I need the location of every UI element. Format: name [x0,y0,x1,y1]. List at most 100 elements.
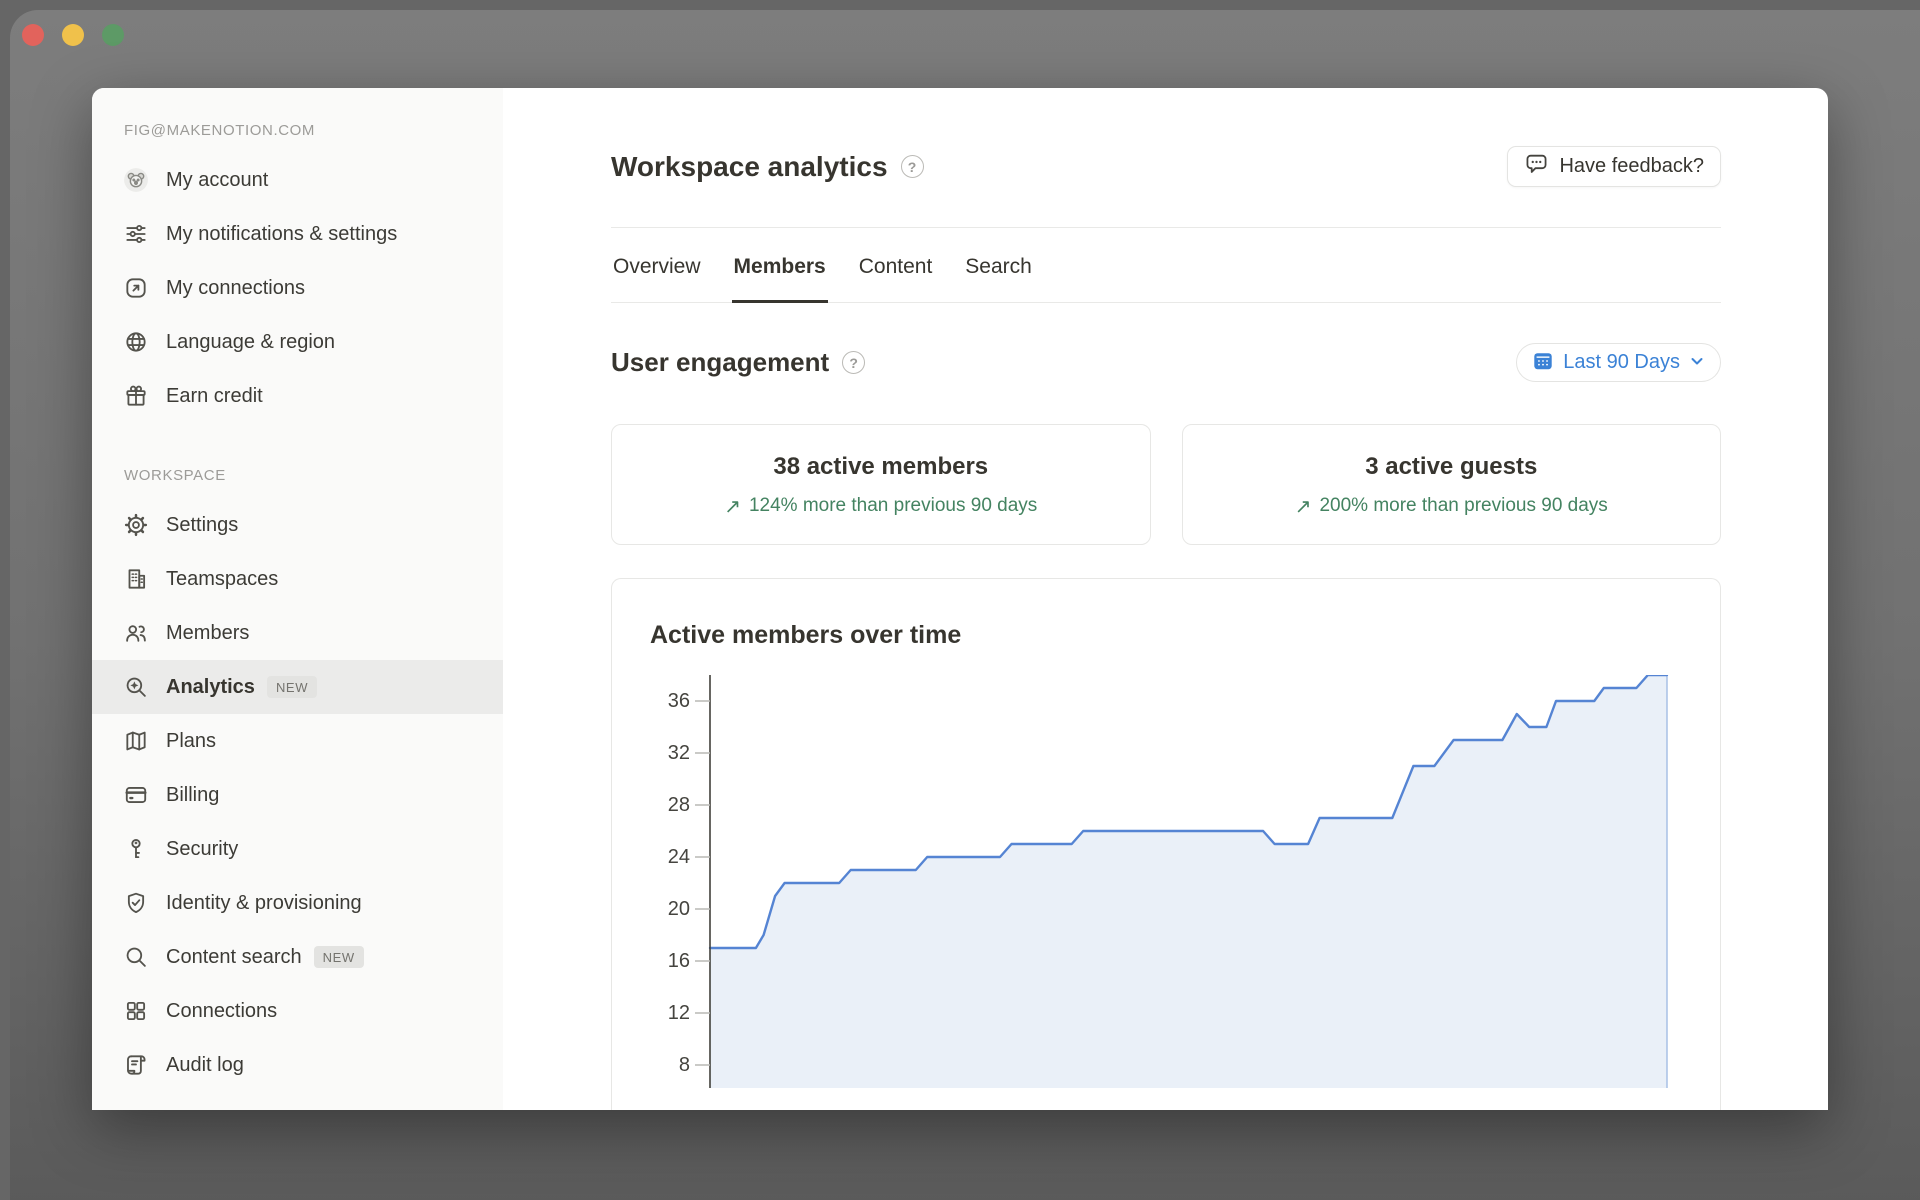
settings-modal-window: FIG@MAKENOTION.COM My account My notifica… [92,88,1828,1110]
credit-card-icon [123,782,149,808]
trend-up-arrow-icon: ↗ [724,494,741,519]
grid-icon [123,998,149,1024]
workspace-nav: Settings Teamspaces Members Analytics NEW Pla… [118,498,479,1092]
svg-text:12: 12 [668,1002,690,1024]
sidebar-item-label: Identity & provisioning [166,886,362,920]
sidebar-item-analytics[interactable]: Analytics NEW [92,660,503,714]
stat-cards-row: 38 active members ↗ 124% more than previ… [611,424,1721,545]
scroll-icon [123,1052,149,1078]
sidebar-item-label: Content search [166,940,302,974]
tab-overview[interactable]: Overview [611,228,703,303]
active-members-card: 38 active members ↗ 124% more than previ… [611,424,1151,545]
magnifier-icon [123,944,149,970]
page-header: Workspace analytics ? Have feedback? [611,146,1721,187]
sidebar-item-my-connections[interactable]: My connections [118,261,479,315]
zoom-window-button[interactable] [102,24,124,46]
gear-icon [123,512,149,538]
tab-members[interactable]: Members [732,228,828,303]
minimize-window-button[interactable] [62,24,84,46]
active-guests-card: 3 active guests ↗ 200% more than previou… [1182,424,1722,545]
account-email-header: FIG@MAKENOTION.COM [118,122,479,139]
sidebar-item-earn-credit[interactable]: Earn credit [118,369,479,423]
section-title: User engagement [611,347,829,378]
chevron-down-icon [1689,353,1705,372]
sidebar-item-billing[interactable]: Billing [118,768,479,822]
sidebar-item-label: My account [166,163,268,197]
sidebar-item-label: Plans [166,724,216,758]
sidebar-item-audit-log[interactable]: Audit log [118,1038,479,1092]
sidebar-item-content-search[interactable]: Content search NEW [118,930,479,984]
sidebar-item-connections[interactable]: Connections [118,984,479,1038]
sidebar-item-plans[interactable]: Plans [118,714,479,768]
sidebar-item-label: Connections [166,994,277,1028]
sidebar-item-label: My notifications & settings [166,217,397,251]
sidebar-item-identity-provisioning[interactable]: Identity & provisioning [118,876,479,930]
sidebar-item-label: My connections [166,271,305,305]
sidebar-item-label: Settings [166,508,238,542]
key-icon [123,836,149,862]
sidebar-item-security[interactable]: Security [118,822,479,876]
svg-text:28: 28 [668,794,690,816]
section-help-icon[interactable]: ? [842,351,865,374]
new-badge: NEW [314,946,364,968]
sidebar-item-label: Audit log [166,1048,244,1082]
gift-icon [123,383,149,409]
sidebar-item-language-region[interactable]: Language & region [118,315,479,369]
sidebar-item-label: Teamspaces [166,562,278,596]
sidebar-item-label: Earn credit [166,379,263,413]
sidebar-item-label: Analytics [166,670,255,704]
have-feedback-button[interactable]: Have feedback? [1507,146,1721,187]
sidebar-item-label: Billing [166,778,219,812]
active-members-value: 38 active members [773,453,988,481]
svg-text:36: 36 [668,690,690,712]
sidebar-item-label: Security [166,832,238,866]
speech-bubble-icon [1524,151,1549,182]
tab-search[interactable]: Search [963,228,1034,303]
page-title: Workspace analytics [611,151,888,183]
active-guests-value: 3 active guests [1365,453,1537,481]
svg-text:24: 24 [668,846,690,868]
svg-text:8: 8 [679,1054,690,1076]
shield-check-icon [123,890,149,916]
arrow-square-icon [123,275,149,301]
window-controls [22,24,124,46]
sliders-icon [123,221,149,247]
sidebar-item-my-account[interactable]: My account [118,153,479,207]
sidebar-item-settings[interactable]: Settings [118,498,479,552]
svg-text:16: 16 [668,950,690,972]
map-icon [123,728,149,754]
close-window-button[interactable] [22,24,44,46]
settings-sidebar: FIG@MAKENOTION.COM My account My notifica… [92,88,503,1110]
active-members-chart-card: Active members over time 8 12 16 20 24 28 32 36 [611,578,1721,1110]
svg-text:32: 32 [668,742,690,764]
sidebar-item-members[interactable]: Members [118,606,479,660]
avatar-icon [123,167,149,193]
active-members-delta-text: 124% more than previous 90 days [749,495,1037,517]
sidebar-item-label: Language & region [166,325,335,359]
active-guests-delta: ↗ 200% more than previous 90 days [1295,494,1608,519]
have-feedback-label: Have feedback? [1559,155,1704,178]
trend-up-arrow-icon: ↗ [1295,494,1312,519]
active-members-area-chart: 8 12 16 20 24 28 32 36 [612,675,1720,1088]
building-icon [123,566,149,592]
sidebar-item-teamspaces[interactable]: Teamspaces [118,552,479,606]
date-range-label: Last 90 Days [1563,351,1680,374]
workspace-section-header: WORKSPACE [118,467,479,484]
active-members-delta: ↗ 124% more than previous 90 days [724,494,1037,519]
account-nav: My account My notifications & settings My … [118,153,479,423]
magnifier-sparkle-icon [123,674,149,700]
tab-content[interactable]: Content [857,228,935,303]
calendar-icon [1532,350,1554,375]
active-guests-delta-text: 200% more than previous 90 days [1319,495,1607,517]
date-range-dropdown[interactable]: Last 90 Days [1516,343,1721,382]
chart-title: Active members over time [650,621,961,650]
title-help-icon[interactable]: ? [901,155,924,178]
analytics-tabs: Overview Members Content Search [611,228,1721,303]
sidebar-item-my-notifications-settings[interactable]: My notifications & settings [118,207,479,261]
globe-icon [123,329,149,355]
settings-main-panel: Workspace analytics ? Have feedback? Ove… [503,88,1828,1110]
people-icon [123,620,149,646]
svg-text:20: 20 [668,898,690,920]
new-badge: NEW [267,676,317,698]
user-engagement-header-row: User engagement ? Last 90 Days [611,343,1721,382]
